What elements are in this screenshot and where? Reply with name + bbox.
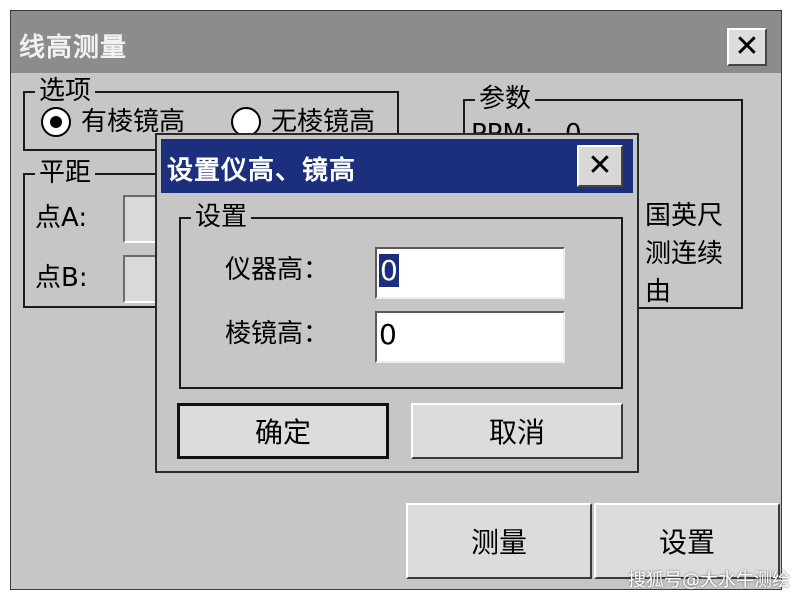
point-a-label: 点A: <box>35 203 88 233</box>
height-settings-dialog: 设置仪高、镜高 ✕ 设置 仪器高： 0 棱镜高： 0 确定 取消 <box>155 133 639 473</box>
dialog-close-button[interactable]: ✕ <box>577 145 623 187</box>
instrument-height-input[interactable]: 0 <box>375 247 565 299</box>
distance-group: 平距 点A: 点B: <box>23 158 173 308</box>
ok-button[interactable]: 确定 <box>177 403 389 459</box>
measure-button[interactable]: 测量 <box>406 503 592 579</box>
instrument-height-label: 仪器高： <box>225 255 330 285</box>
prism-height-input[interactable]: 0 <box>375 311 565 363</box>
dialog-title-bar: 设置仪高、镜高 ✕ <box>161 139 633 193</box>
close-icon: ✕ <box>587 148 613 183</box>
watermark: 搜狐号@大水牛测绘 <box>628 570 790 591</box>
radio-with-prism[interactable] <box>41 107 71 137</box>
measure-button-label: 测量 <box>470 526 527 559</box>
distance-group-legend: 平距 <box>35 158 96 188</box>
cancel-button-label: 取消 <box>488 416 545 449</box>
main-window-title: 线高测量 <box>19 33 128 63</box>
prism-height-label: 棱镜高： <box>225 319 330 349</box>
params-group-legend: 参数 <box>475 84 536 114</box>
dialog-title: 设置仪高、镜高 <box>167 156 357 186</box>
options-group-legend: 选项 <box>35 76 96 106</box>
close-icon: ✕ <box>734 29 760 64</box>
main-close-button[interactable]: ✕ <box>727 28 767 66</box>
params-line-1: 国英尺 <box>645 201 724 231</box>
dialog-settings-group: 设置 仪器高： 0 棱镜高： 0 <box>179 202 623 389</box>
radio-selected-dot <box>50 116 62 128</box>
settings-button-label: 设置 <box>658 526 715 559</box>
cancel-button[interactable]: 取消 <box>411 403 623 459</box>
params-line-3: 由 <box>645 277 672 307</box>
dialog-settings-legend: 设置 <box>191 202 252 232</box>
point-b-label: 点B: <box>35 263 88 293</box>
instrument-height-value: 0 <box>379 254 399 287</box>
params-line-2: 测连续 <box>645 239 724 269</box>
ok-button-label: 确定 <box>254 416 311 449</box>
prism-height-value: 0 <box>379 318 397 351</box>
main-title-bar: 线高测量 ✕ <box>11 11 781 73</box>
